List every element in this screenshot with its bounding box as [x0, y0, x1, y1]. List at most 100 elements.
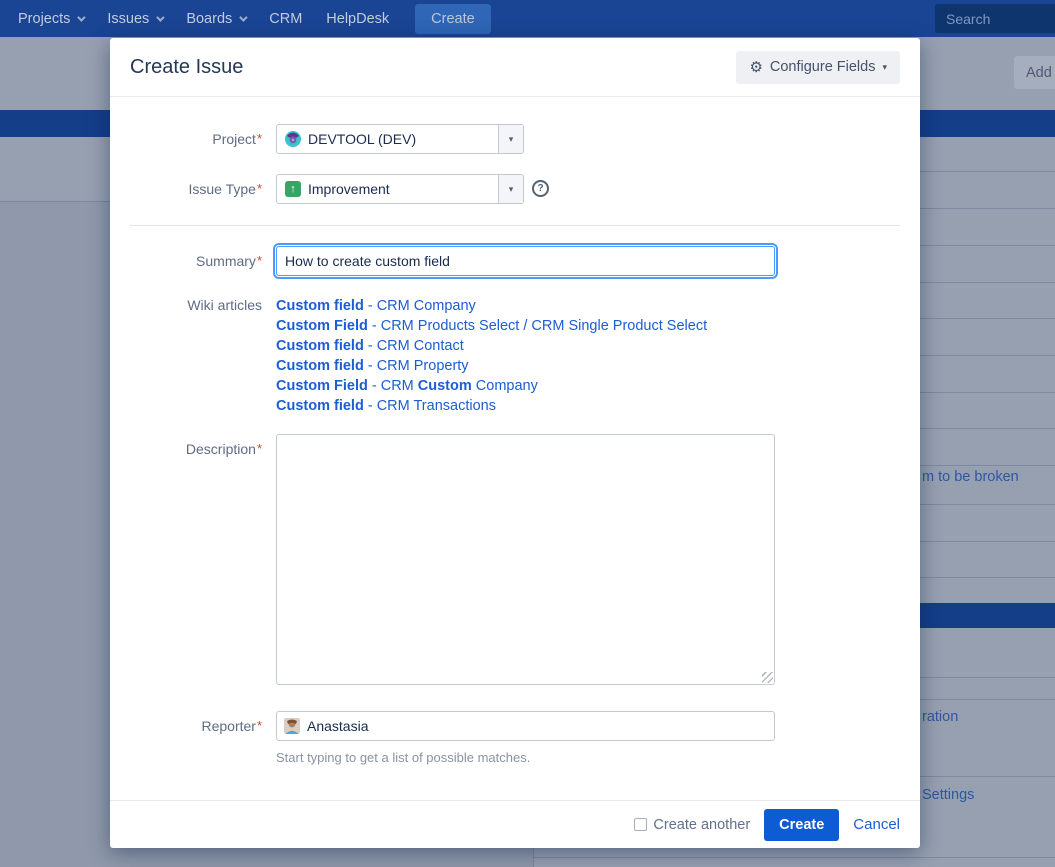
wiki-link-bold: Custom field [276, 298, 364, 314]
wiki-articles-list: Custom field - CRM Company Custom Field … [276, 296, 707, 416]
search-input[interactable] [935, 4, 1055, 33]
create-another-label: Create another [653, 817, 750, 833]
wiki-link-crm-custom-company[interactable]: Custom Field - CRM Custom Company [276, 376, 707, 396]
project-value-text: DEVTOOL (DEV) [308, 131, 416, 147]
nav-boards[interactable]: Boards [174, 0, 257, 37]
wiki-link-crm-products-select[interactable]: Custom Field - CRM Products Select / CRM… [276, 316, 707, 336]
nav-boards-label: Boards [186, 11, 232, 27]
issue-type-select-value: ↑ Improvement [277, 175, 498, 203]
nav-helpdesk[interactable]: HelpDesk [314, 0, 401, 37]
resize-handle[interactable] [762, 672, 773, 683]
improvement-arrow-up-icon: ↑ [285, 181, 301, 197]
reporter-row: Reporter* Anastasia Sta [130, 711, 900, 765]
project-select-value: DEVTOOL (DEV) [277, 125, 498, 153]
nav-projects[interactable]: Projects [6, 0, 95, 37]
wiki-link-rest: - CRM Company [364, 298, 476, 314]
required-asterisk: * [257, 253, 262, 268]
project-label-text: Project [212, 131, 256, 147]
reporter-label: Reporter* [130, 711, 262, 765]
issue-type-label: Issue Type* [130, 174, 262, 204]
issue-type-select[interactable]: ↑ Improvement ▾ [276, 174, 524, 204]
chevron-down-icon [239, 13, 247, 21]
gear-icon: ⚙ [749, 60, 762, 75]
wiki-link-rest: - CRM Property [364, 358, 469, 374]
caret-down-icon: ▾ [509, 134, 514, 145]
reporter-help-text: Start typing to get a list of possible m… [276, 750, 775, 765]
issue-type-row: Issue Type* ↑ Improvement ▾ ? [130, 174, 900, 204]
summary-input[interactable] [276, 246, 775, 276]
dialog-header: Create Issue ⚙ Configure Fields ▾ [110, 38, 920, 97]
wiki-link-bold: Custom Field [276, 318, 368, 334]
caret-down-icon: ▾ [882, 62, 887, 73]
required-asterisk: * [257, 441, 262, 456]
create-another-checkbox[interactable] [634, 818, 647, 831]
required-asterisk: * [257, 718, 262, 733]
wiki-link-bold: Custom field [276, 338, 364, 354]
chevron-down-icon [78, 13, 86, 21]
nav-crm-label: CRM [269, 11, 302, 27]
issue-type-dropdown-button[interactable]: ▾ [498, 175, 523, 203]
nav-projects-label: Projects [18, 11, 70, 27]
reporter-avatar [284, 718, 300, 734]
reporter-input[interactable]: Anastasia [276, 711, 775, 741]
wiki-link-crm-company[interactable]: Custom field - CRM Company [276, 296, 707, 316]
description-row: Description* [130, 434, 900, 685]
nav-helpdesk-label: HelpDesk [326, 11, 389, 27]
dialog-footer: Create another Create Cancel [110, 800, 920, 848]
project-dropdown-button[interactable]: ▾ [498, 125, 523, 153]
configure-fields-label: Configure Fields [770, 59, 876, 75]
row-divider [534, 857, 1055, 858]
caret-down-icon: ▾ [509, 184, 514, 195]
nav-crm[interactable]: CRM [257, 0, 314, 37]
create-button[interactable]: Create [764, 809, 839, 841]
nav-issues[interactable]: Issues [95, 0, 174, 37]
wiki-link-bold: Custom field [276, 398, 364, 414]
wiki-link-rest: - CRM Products Select / CRM Single Produ… [368, 318, 707, 334]
background-link-settings[interactable]: Settings [922, 787, 974, 803]
reporter-label-text: Reporter [201, 718, 255, 734]
summary-label-text: Summary [196, 253, 256, 269]
wiki-link-crm-contact[interactable]: Custom field - CRM Contact [276, 336, 707, 356]
issue-type-value-text: Improvement [308, 181, 390, 197]
wiki-link-rest: - CRM [368, 378, 418, 394]
background-link-broken-item[interactable]: m to be broken [922, 469, 1019, 485]
project-select[interactable]: DEVTOOL (DEV) ▾ [276, 124, 524, 154]
required-asterisk: * [257, 131, 262, 146]
wiki-articles-row: Wiki articles Custom field - CRM Company… [130, 296, 900, 416]
wiki-link-rest: Company [472, 378, 538, 394]
summary-label: Summary* [130, 246, 262, 276]
create-issue-dialog: Create Issue ⚙ Configure Fields ▾ Projec… [110, 38, 920, 848]
wiki-link-bold: Custom field [276, 358, 364, 374]
description-label: Description* [130, 434, 262, 685]
issue-type-label-text: Issue Type [188, 181, 255, 197]
project-row: Project* DEVTOOL (DEV) [130, 124, 900, 154]
configure-fields-button[interactable]: ⚙ Configure Fields ▾ [736, 51, 900, 84]
create-another-option[interactable]: Create another [634, 817, 750, 833]
form-divider [130, 225, 900, 226]
top-navbar: Projects Issues Boards CRM HelpDesk Crea… [0, 0, 1055, 37]
nav-create-button[interactable]: Create [415, 4, 491, 34]
help-icon[interactable]: ? [532, 180, 549, 197]
required-asterisk: * [257, 181, 262, 196]
wiki-link-rest: - CRM Contact [364, 338, 464, 354]
nav-issues-label: Issues [107, 11, 149, 27]
screen: Add g m to be broken ration Settings Pro… [0, 0, 1055, 867]
cancel-link[interactable]: Cancel [853, 816, 900, 833]
dialog-body: Project* DEVTOOL (DEV) [110, 97, 920, 800]
project-label: Project* [130, 124, 262, 154]
wiki-link-rest: - CRM Transactions [364, 398, 496, 414]
description-textarea[interactable] [276, 434, 775, 685]
background-link-ration-item[interactable]: ration [922, 709, 958, 725]
description-label-text: Description [186, 441, 256, 457]
project-avatar-icon [285, 131, 301, 147]
wiki-link-bold: Custom Field [276, 378, 368, 394]
chevron-down-icon [156, 13, 164, 21]
reporter-value-text: Anastasia [307, 718, 368, 734]
add-gadget-button[interactable]: Add g [1014, 56, 1055, 89]
wiki-link-crm-transactions[interactable]: Custom field - CRM Transactions [276, 396, 707, 416]
wiki-articles-label: Wiki articles [130, 296, 262, 416]
wiki-link-bold: Custom [418, 378, 472, 394]
summary-row: Summary* [130, 246, 900, 276]
wiki-link-crm-property[interactable]: Custom field - CRM Property [276, 356, 707, 376]
dialog-title: Create Issue [130, 56, 243, 79]
